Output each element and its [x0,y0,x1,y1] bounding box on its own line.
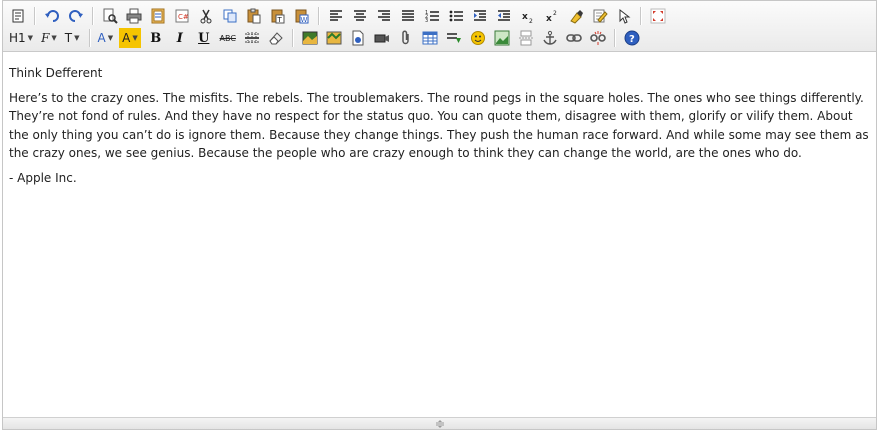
redo-icon[interactable] [65,6,87,26]
unlink-icon[interactable] [587,28,609,48]
svg-text:?: ? [629,34,635,45]
content-signature: - Apple Inc. [9,170,77,185]
heading-label: H1 [9,31,26,45]
svg-text:C#: C# [178,13,189,21]
horizontal-rule-icon[interactable] [241,28,263,48]
chevron-down-icon: ▼ [107,34,114,42]
align-right-icon[interactable] [373,6,395,26]
template-icon[interactable] [147,6,169,26]
eraser-icon[interactable] [265,28,287,48]
strikethrough-button[interactable]: ABC [217,28,239,48]
ordered-list-icon[interactable]: 123 [421,6,443,26]
heading-dropdown[interactable]: H1 ▼ [7,28,35,48]
anchor-icon[interactable] [539,28,561,48]
table-icon[interactable] [419,28,441,48]
svg-text:x: x [546,14,552,24]
image-manager-icon[interactable] [491,28,513,48]
justify-icon[interactable] [397,6,419,26]
subscript-icon[interactable]: x2 [517,6,539,26]
insert-flash-icon[interactable] [323,28,345,48]
separator [318,7,320,25]
code-snippet-icon[interactable]: C# [171,6,193,26]
paste-icon[interactable] [243,6,265,26]
fullscreen-icon[interactable] [647,6,669,26]
svg-text:x: x [522,12,528,22]
clear-format-icon[interactable] [565,6,587,26]
page-break-icon[interactable] [515,28,537,48]
chevron-down-icon: ▼ [51,34,57,42]
separator [34,7,36,25]
editor-content-area[interactable]: Think Defferent Here’s to the crazy ones… [3,52,876,417]
align-center-icon[interactable] [349,6,371,26]
content-title: Think Defferent [9,66,103,80]
content-paragraph: Here’s to the crazy ones. The misfits. T… [9,90,869,161]
cut-icon[interactable] [195,6,217,26]
unordered-list-icon[interactable] [445,6,467,26]
outdent-icon[interactable] [493,6,515,26]
quick-format-icon[interactable] [589,6,611,26]
svg-text:3: 3 [425,18,428,24]
emoticon-icon[interactable] [467,28,489,48]
print-icon[interactable] [123,6,145,26]
highlight-color-label: A [122,31,131,45]
separator [92,7,94,25]
paste-word-icon[interactable]: W [291,6,313,26]
resize-bar[interactable] [3,417,876,429]
svg-text:2: 2 [553,10,557,17]
underline-button[interactable]: U [193,28,215,48]
preview-icon[interactable] [99,6,121,26]
font-family-dropdown[interactable]: F ▼ [39,28,59,48]
paste-text-icon[interactable]: T [267,6,289,26]
font-size-dropdown[interactable]: T ▼ [63,28,82,48]
separator [88,29,91,47]
font-size-label: T [64,31,73,45]
undo-icon[interactable] [41,6,63,26]
superscript-icon[interactable]: x2 [541,6,563,26]
editor-toolbar: C# T W 1 2 3 x 2 x 2 H1 ▼ F ▼ T ▼ A ▼ A … [3,1,876,52]
highlight-color-dropdown[interactable]: A ▼ [119,28,141,48]
svg-text:2: 2 [529,18,533,24]
text-color-label: A [97,31,106,45]
help-icon[interactable]: ? [621,28,643,48]
font-family-label: F [41,31,50,45]
svg-text:T: T [277,16,283,24]
rich-text-editor: C# T W 1 2 3 x 2 x 2 H1 ▼ F ▼ T ▼ A ▼ A … [2,0,877,430]
indent-icon[interactable] [469,6,491,26]
source-icon[interactable] [7,6,29,26]
toolbar-row-2: H1 ▼ F ▼ T ▼ A ▼ A ▼ B I U ABC ? [7,27,872,49]
separator [291,29,294,47]
insert-row-icon[interactable] [443,28,465,48]
attachment-icon[interactable] [395,28,417,48]
chevron-down-icon: ▼ [132,34,138,42]
separator [613,29,616,47]
resize-grip-icon[interactable] [432,420,448,428]
svg-text:W: W [301,16,308,24]
italic-button[interactable]: I [169,28,191,48]
chevron-down-icon: ▼ [27,34,34,42]
insert-video-icon[interactable] [371,28,393,48]
insert-media-icon[interactable] [347,28,369,48]
separator [640,7,642,25]
toolbar-row-1: C# T W 1 2 3 x 2 x 2 [7,5,872,27]
insert-image-icon[interactable] [299,28,321,48]
bold-button[interactable]: B [145,28,167,48]
text-color-dropdown[interactable]: A ▼ [96,28,116,48]
select-all-icon[interactable] [613,6,635,26]
copy-icon[interactable] [219,6,241,26]
align-left-icon[interactable] [325,6,347,26]
link-icon[interactable] [563,28,585,48]
chevron-down-icon: ▼ [74,34,80,42]
